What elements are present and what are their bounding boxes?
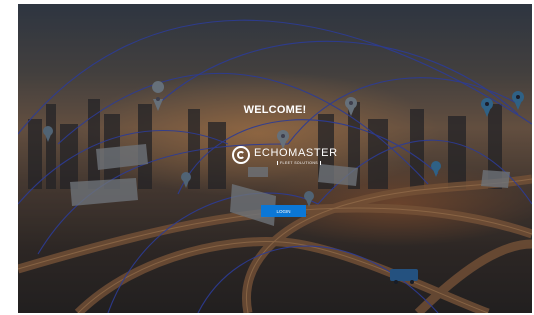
echomaster-logo-icon: [232, 146, 250, 164]
brand-logo: ECHOMASTER FLEET SOLUTIONS: [232, 144, 337, 170]
brand-tagline: FLEET SOLUTIONS: [277, 161, 322, 165]
welcome-hero: WELCOME! ECHOMASTER FLEET SOLUTIONS LOGI…: [18, 4, 532, 313]
welcome-title: WELCOME!: [243, 104, 307, 116]
login-button[interactable]: LOGIN: [261, 205, 306, 217]
brand-name: ECHOMASTER: [254, 147, 338, 159]
